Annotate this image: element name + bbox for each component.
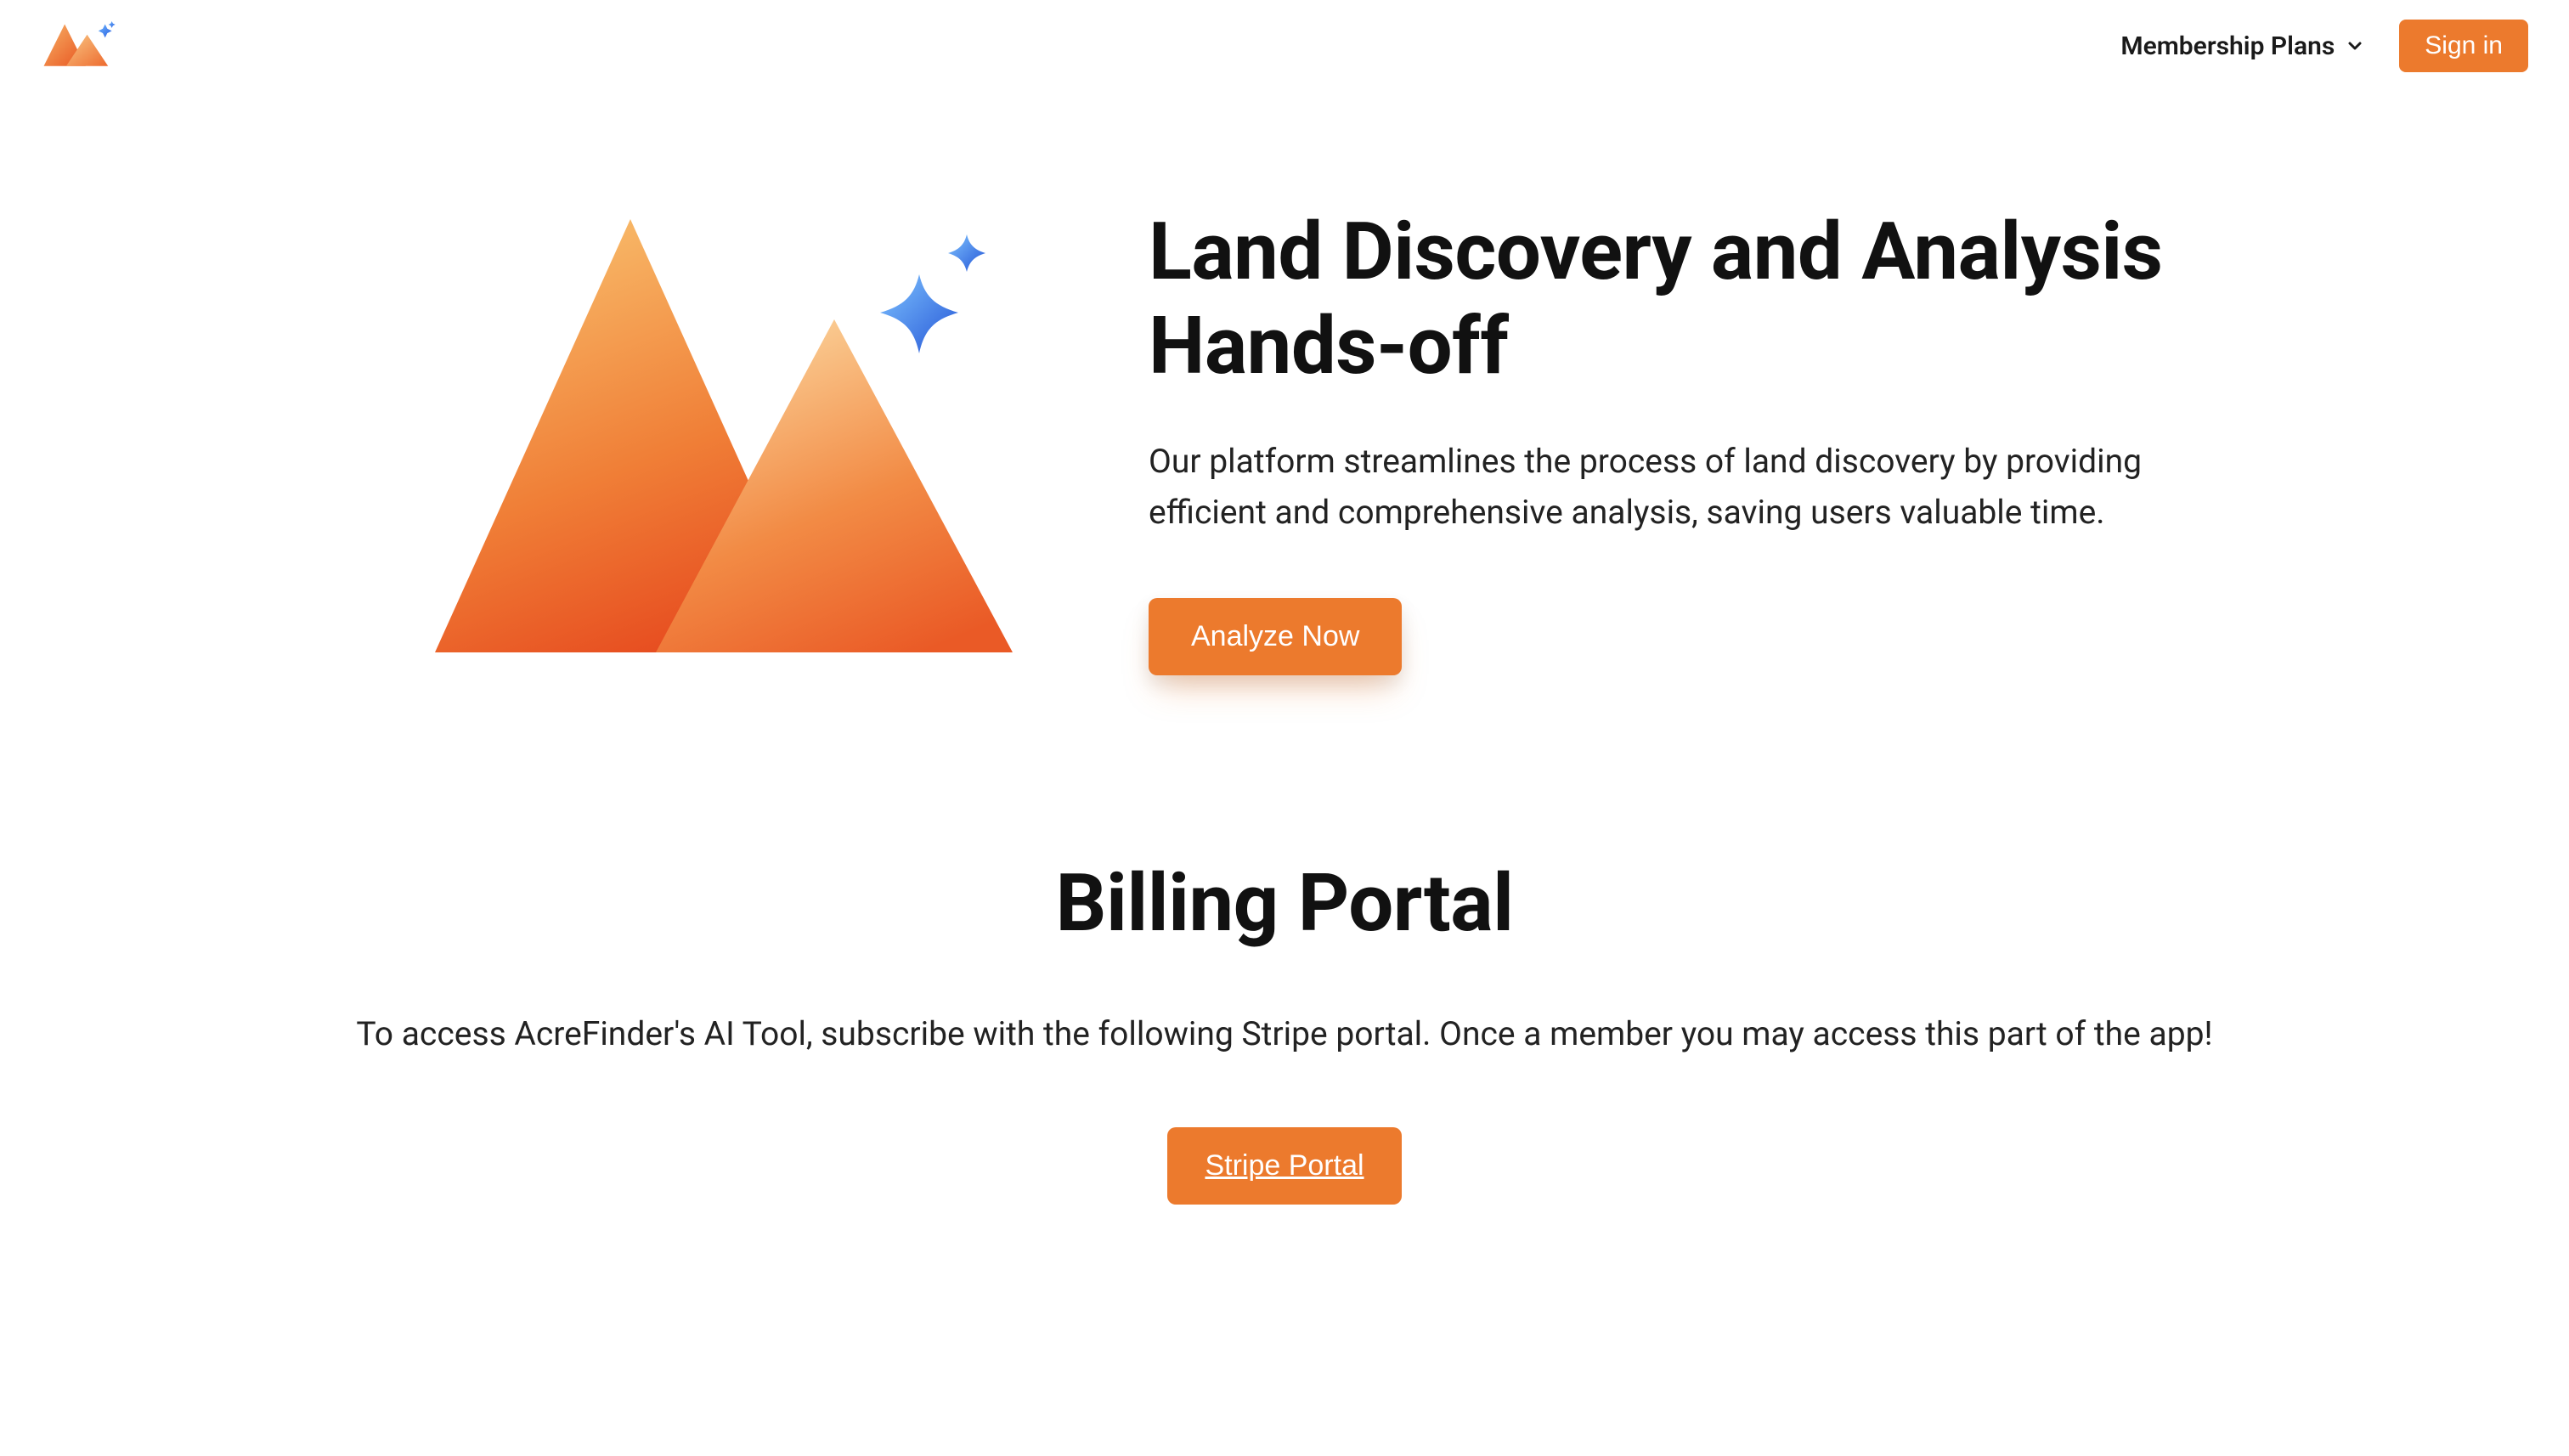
nav-membership-label: Membership Plans [2120,31,2335,61]
analyze-now-label: Analyze Now [1191,620,1359,652]
analyze-now-button[interactable]: Analyze Now [1149,598,1402,675]
mountain-logo-large-icon [401,194,1047,686]
billing-section: Billing Portal To access AcreFinder's AI… [0,788,2569,1239]
billing-title: Billing Portal [153,856,2416,950]
sign-in-label: Sign in [2425,31,2503,59]
hero-logo [401,194,1047,686]
chevron-down-icon [2345,36,2365,56]
hero-section: Land Discovery and Analysis Hands-off Ou… [0,92,2569,788]
sign-in-button[interactable]: Sign in [2399,20,2528,72]
mountain-logo-icon [41,20,116,72]
header-nav: Membership Plans Sign in [2120,20,2528,72]
hero-text: Land Discovery and Analysis Hands-off Ou… [1149,205,2168,675]
nav-membership-plans[interactable]: Membership Plans [2120,31,2365,61]
brand-logo-small[interactable] [41,17,116,75]
hero-title: Land Discovery and Analysis Hands-off [1149,205,2168,393]
site-header: Membership Plans Sign in [0,0,2569,92]
hero-subtitle: Our platform streamlines the process of … [1149,436,2151,539]
stripe-portal-button[interactable]: Stripe Portal [1167,1127,1401,1205]
stripe-portal-label: Stripe Portal [1205,1149,1364,1182]
billing-subtitle: To access AcreFinder's AI Tool, subscrib… [153,1009,2416,1059]
